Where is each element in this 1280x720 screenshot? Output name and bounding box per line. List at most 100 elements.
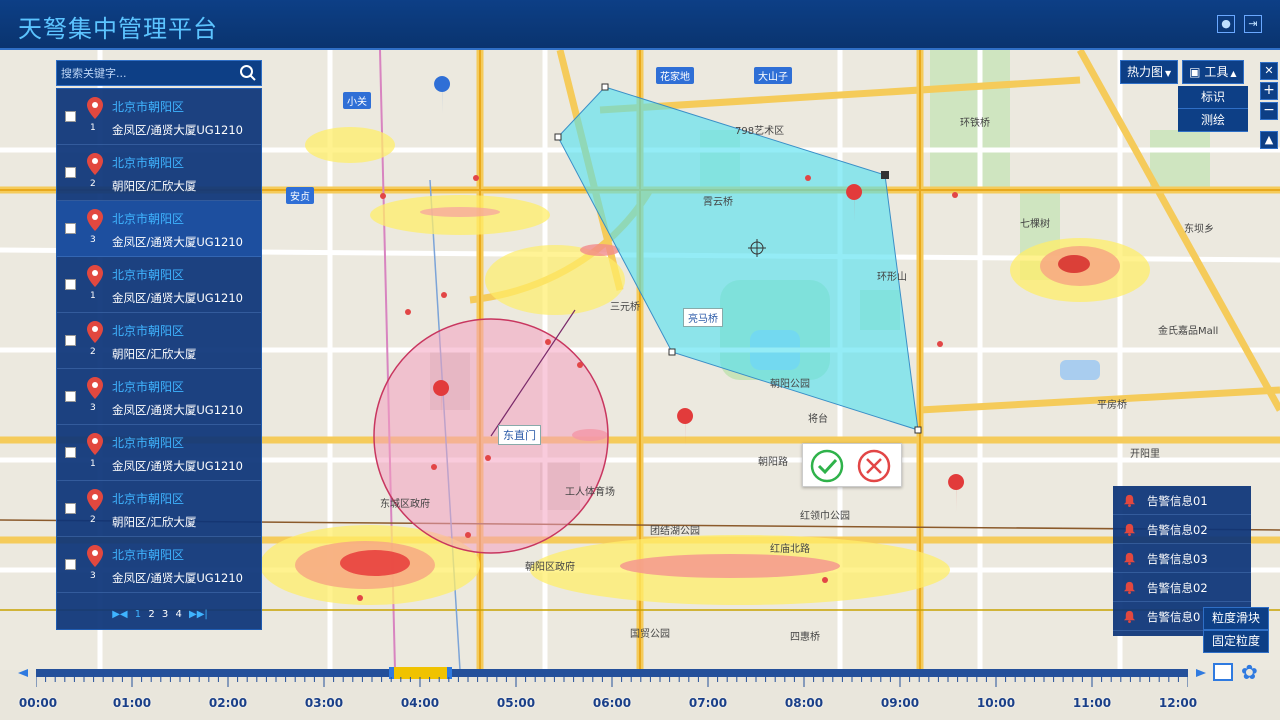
item-checkbox[interactable] — [65, 111, 76, 122]
map-label-pingfangqiao: 平房桥 — [1097, 400, 1127, 411]
item-address: 金凤区/通贤大厦UG1210 — [112, 291, 243, 305]
item-city: 北京市朝阳区 — [112, 380, 185, 394]
item-address: 金凤区/通贤大厦UG1210 — [112, 235, 243, 249]
item-checkbox[interactable] — [65, 279, 76, 290]
menu-item-mark[interactable]: 标识 — [1178, 86, 1248, 109]
location-pin-icon — [87, 489, 103, 511]
alarm-text: 告警信息02 — [1147, 523, 1208, 537]
timeline-prev-icon — [18, 669, 28, 677]
location-pin-icon — [87, 97, 103, 119]
timeline-label: 00:00 — [18, 696, 58, 710]
settings-gear-icon[interactable]: ✿ — [1241, 660, 1258, 684]
item-address: 金凤区/通贤大厦UG1210 — [112, 403, 243, 417]
item-address: 金凤区/通贤大厦UG1210 — [112, 571, 243, 585]
item-city: 北京市朝阳区 — [112, 436, 185, 450]
location-pin-icon — [87, 321, 103, 343]
page-4[interactable]: 4 — [175, 609, 181, 620]
toolbox-icon: ▣ — [1189, 65, 1205, 79]
item-address: 朝阳区/汇欣大厦 — [112, 347, 197, 361]
page-2[interactable]: 2 — [148, 609, 154, 620]
timeline[interactable]: 00:00 01:00 02:00 03:00 04:00 05:00 06:00 07:00… — [0, 660, 1280, 720]
list-item[interactable]: 1 北京市朝阳区 金凤区/通贤大厦UG1210 — [57, 425, 261, 481]
alarm-bell-icon — [1123, 552, 1136, 565]
alarm-item[interactable]: 告警信息02 — [1113, 573, 1251, 602]
header: 天弩集中管理平台 ● ⇥ — [0, 0, 1280, 50]
item-checkbox[interactable] — [65, 447, 76, 458]
location-pin-icon — [87, 265, 103, 287]
map-label-dongchengqu: 东城区政府 — [380, 499, 430, 510]
map-label-sanyuanqiao: 三元桥 — [610, 302, 640, 313]
alarm-item[interactable]: 告警信息03 — [1113, 544, 1251, 573]
item-number: 2 — [90, 179, 96, 189]
list-item[interactable]: 3 北京市朝阳区 金凤区/通贤大厦UG1210 — [57, 201, 261, 257]
alarm-text: 告警信息03 — [1147, 552, 1208, 566]
item-city: 北京市朝阳区 — [112, 548, 185, 562]
map-label-kaiyangli: 开阳里 — [1130, 449, 1160, 460]
app-root: 天弩集中管理平台 ● ⇥ 东直门 亮马桥 霄云桥 环形山 工人体育场 东城区政府… — [0, 0, 1280, 720]
last-page-icon[interactable]: ▶▶| — [189, 609, 208, 620]
zoom-in-button[interactable]: + — [1260, 82, 1278, 100]
app-title: 天弩集中管理平台 — [18, 15, 218, 43]
item-address: 朝阳区/汇欣大厦 — [112, 179, 197, 193]
page-1[interactable]: 1 — [135, 609, 141, 620]
item-city: 北京市朝阳区 — [112, 268, 185, 282]
map-label-sihuiqiao: 四惠桥 — [790, 632, 820, 643]
list-item[interactable]: 3 北京市朝阳区 金凤区/通贤大厦UG1210 — [57, 369, 261, 425]
item-number: 1 — [90, 291, 96, 301]
item-number: 3 — [90, 235, 96, 245]
calendar-icon[interactable] — [1213, 663, 1233, 681]
location-pin-icon — [87, 209, 103, 231]
fullscreen-icon[interactable]: ✕ — [1260, 62, 1278, 80]
map-label-dongbahe: 东坝乡 — [1184, 224, 1214, 235]
alarm-item[interactable]: 告警信息02 — [1113, 515, 1251, 544]
list-item[interactable]: 1 北京市朝阳区 金凤区/通贤大厦UG1210 — [57, 89, 261, 145]
alarm-text: 告警信息0 — [1147, 610, 1201, 624]
map-label-tuanjiehu: 团结湖公园 — [650, 526, 700, 537]
logout-icon[interactable]: ⇥ — [1244, 15, 1262, 33]
item-checkbox[interactable] — [65, 223, 76, 234]
item-checkbox[interactable] — [65, 335, 76, 346]
map-label-jiangtai: 将台 — [808, 414, 828, 425]
item-city: 北京市朝阳区 — [112, 324, 185, 338]
item-checkbox[interactable] — [65, 391, 76, 402]
menu-item-measure[interactable]: 测绘 — [1178, 109, 1248, 132]
timeline-label: 04:00 — [400, 696, 440, 710]
item-checkbox[interactable] — [65, 503, 76, 514]
list-item[interactable]: 1 北京市朝阳区金凤区/通贤大厦UG1210 — [57, 257, 261, 313]
caret-down-icon: ▼ — [1165, 69, 1172, 78]
item-number: 2 — [90, 515, 96, 525]
page-3[interactable]: 3 — [162, 609, 168, 620]
alarm-bell-icon — [1123, 523, 1136, 536]
alarm-text: 告警信息01 — [1147, 494, 1208, 508]
zoom-out-button[interactable]: − — [1260, 102, 1278, 120]
granularity-slider-option[interactable]: 粒度滑块 — [1203, 607, 1269, 630]
granularity-fixed-option[interactable]: 固定粒度 — [1203, 630, 1269, 653]
map-label-jinmaomall: 金氏嘉品Mall — [1158, 326, 1219, 337]
first-page-icon[interactable]: ▶◀ — [112, 609, 127, 620]
alarm-item[interactable]: 告警信息01 — [1113, 486, 1251, 515]
map-badge-huajiadi: 花家地 — [656, 67, 694, 84]
alarm-bell-icon — [1123, 494, 1136, 507]
map-badge-dashanzi: 大山子 — [754, 67, 792, 84]
list-item[interactable]: 2 北京市朝阳区 朝阳区/汇欣大厦 — [57, 145, 261, 201]
timeline-label: 07:00 — [688, 696, 728, 710]
search-input[interactable] — [61, 63, 231, 83]
bell-icon[interactable]: ▲ — [1260, 131, 1278, 149]
tools-menu: 标识 测绘 — [1178, 86, 1248, 132]
tools-dropdown[interactable]: ▣ 工具 ▲ — [1182, 60, 1244, 84]
list-item[interactable]: 2 北京市朝阳区 朝阳区/汇欣大厦 — [57, 313, 261, 369]
timeline-track[interactable] — [36, 669, 1188, 677]
item-checkbox[interactable] — [65, 559, 76, 570]
timeline-label: 11:00 — [1072, 696, 1112, 710]
heatmap-dropdown[interactable]: 热力图 ▼ — [1120, 60, 1179, 84]
pagination: ▶◀ 1 2 3 4 ▶▶| — [57, 601, 263, 629]
tools-label: 工具 — [1204, 65, 1229, 79]
map-label-liangmaqiao: 亮马桥 — [683, 308, 723, 327]
item-number: 1 — [90, 459, 96, 469]
search-icon[interactable] — [239, 64, 257, 82]
user-icon[interactable]: ● — [1217, 15, 1235, 33]
list-item[interactable]: 3 北京市朝阳区 金凤区/通贤大厦UG1210 — [57, 537, 261, 593]
timeline-label: 10:00 — [976, 696, 1016, 710]
item-checkbox[interactable] — [65, 167, 76, 178]
list-item[interactable]: 2 北京市朝阳区 朝阳区/汇欣大厦 — [57, 481, 261, 537]
